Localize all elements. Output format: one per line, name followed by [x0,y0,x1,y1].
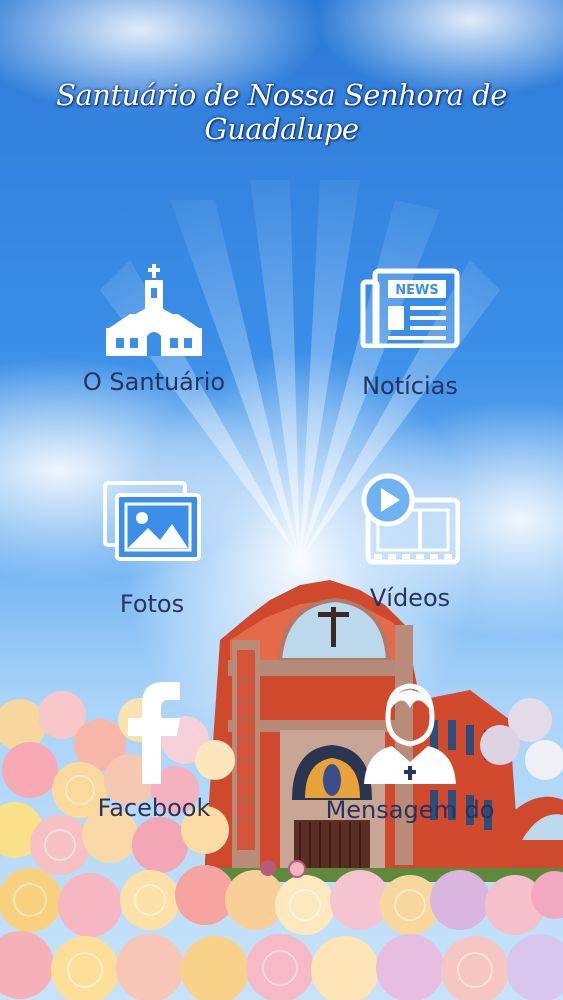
page-dot-1[interactable] [260,860,276,876]
menu-item-fotos[interactable]: Fotos [52,480,252,618]
page-dot-2-active[interactable] [288,860,306,878]
menu-label-santuario: O Santuário [82,368,226,396]
menu-label-mensagem: Mensagem do [325,796,495,824]
church-icon [106,264,202,356]
menu-item-facebook[interactable]: Facebook [54,680,254,822]
newspaper-icon: NEWS [360,268,460,348]
menu-item-mensagem[interactable]: Mensagem do [310,682,510,824]
priest-icon [364,683,456,784]
photos-icon [103,481,201,561]
menu-label-noticias: Notícias [362,372,458,400]
news-badge: NEWS [395,283,438,298]
video-film-icon [361,473,460,565]
menu-item-santuario[interactable]: O Santuário [54,262,254,396]
menu-item-noticias[interactable]: NEWS Notícias [310,268,510,400]
menu-label-videos: Vídeos [369,584,451,612]
menu-item-videos[interactable]: Vídeos [310,470,510,612]
facebook-icon [128,682,180,784]
menu-label-fotos: Fotos [119,590,185,618]
menu-label-facebook: Facebook [97,794,211,822]
